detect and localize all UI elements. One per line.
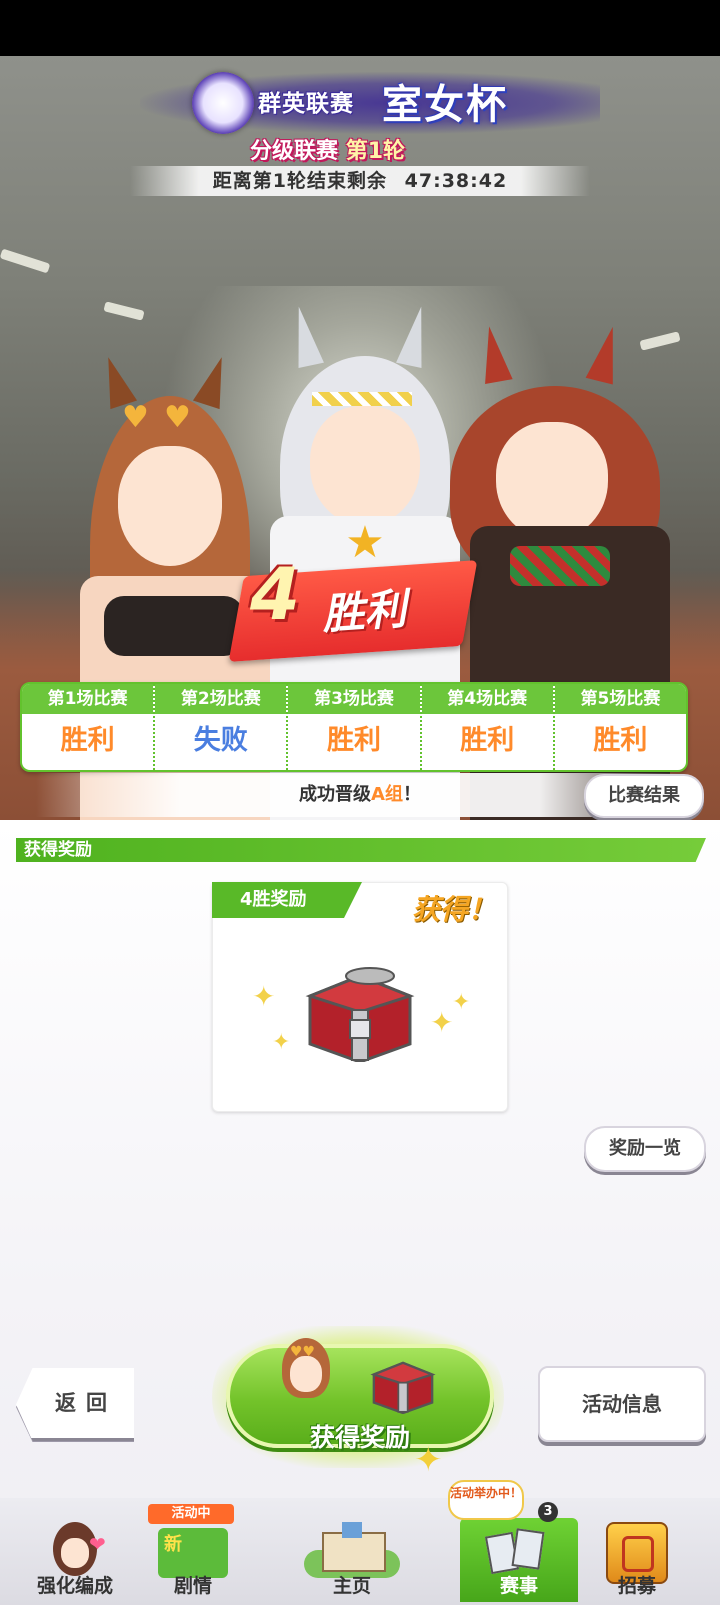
promotion-suffix: ！ — [402, 784, 421, 805]
event-title-cup: 室女杯 — [382, 82, 508, 128]
reward-tag: 4胜奖励 — [212, 882, 362, 918]
star-brooch-icon: ★ — [345, 517, 385, 568]
event-title-league: 群英联赛 — [258, 91, 354, 117]
wins-label: 胜利 — [320, 584, 408, 639]
match-label: 第5场比赛 — [554, 684, 686, 714]
promotion-message: 成功晋级A组！ — [240, 773, 480, 817]
status-bar — [0, 0, 720, 56]
section-title: 获得奖励 — [24, 840, 92, 860]
match-label: 第4场比赛 — [421, 684, 553, 714]
wins-count: 4 — [250, 552, 301, 636]
treasure-chest-icon — [305, 967, 415, 1062]
match-label: 第2场比赛 — [155, 684, 287, 714]
nav-label: 赛事 — [499, 1575, 538, 1597]
back-button-label: 返回 — [55, 1391, 117, 1415]
obtained-label: 获得！ — [412, 893, 497, 926]
treasure-chest-icon — [370, 1361, 436, 1414]
event-running-badge: 活动举办中！ — [448, 1480, 524, 1520]
sparkle-icon: ✦ — [252, 980, 276, 1013]
sparkle-icon: ✦ — [452, 990, 471, 1015]
league-emblem-icon — [192, 72, 254, 134]
new-label: 新 — [164, 1534, 182, 1555]
sparkle-icon: ✦ — [414, 1440, 443, 1480]
match-outcome: 失败 — [193, 725, 248, 756]
match-results-table: 第1场比赛 胜利 第2场比赛 失败 第3场比赛 胜利 第4场比赛 胜利 第5场比… — [20, 682, 688, 772]
match-outcome: 胜利 — [593, 725, 648, 756]
event-badge: 活动中 — [148, 1504, 234, 1524]
event-info-button[interactable]: 活动信息 — [538, 1366, 706, 1442]
match-outcome: 胜利 — [327, 725, 381, 756]
match-result-4: 第4场比赛 胜利 — [421, 684, 555, 770]
countdown-time: 47:38:42 — [404, 170, 508, 192]
match-outcome: 胜利 — [460, 725, 515, 756]
claim-reward-label: 获得奖励 — [309, 1423, 410, 1452]
race-count-badge: 3 — [538, 1502, 558, 1522]
match-result-1: 第1场比赛 胜利 — [22, 684, 156, 770]
countdown-bar: 距离第1轮结束剩余 47:38:42 — [130, 166, 590, 196]
match-label: 第3场比赛 — [288, 684, 420, 714]
character-avatar-icon: ♥♥ — [276, 1338, 336, 1404]
home-building-icon — [304, 1522, 400, 1578]
nav-item-story[interactable]: 活动中 新 剧情 — [134, 1504, 252, 1602]
heart-sunglasses-icon: ♥ ♥ — [122, 400, 191, 435]
ceiling-light — [103, 301, 145, 321]
section-header-bar — [16, 838, 706, 862]
nav-item-race[interactable]: 活动举办中！ 3 赛事 — [448, 1480, 578, 1602]
match-outcome: 胜利 — [60, 725, 115, 756]
nav-label: 招募 — [617, 1575, 656, 1597]
subtitle-prefix: 分级联赛 — [250, 139, 339, 164]
match-result-5: 第5场比赛 胜利 — [554, 684, 686, 770]
race-icon — [484, 1526, 554, 1575]
promotion-prefix: 成功晋级 — [299, 784, 372, 805]
match-result-2: 第2场比赛 失败 — [155, 684, 289, 770]
tiara-icon — [312, 392, 412, 406]
ceiling-light — [0, 248, 51, 274]
match-result-3: 第3场比赛 胜利 — [288, 684, 422, 770]
nav-item-home[interactable]: 主页 — [282, 1518, 422, 1602]
nav-label: 强化编成 — [36, 1575, 113, 1597]
match-results-button[interactable]: 比赛结果 — [584, 774, 704, 818]
sparkle-icon: ✦ — [430, 1006, 454, 1039]
nav-item-gacha[interactable]: 招募 — [578, 1518, 696, 1602]
subtitle-round: 第1轮 — [345, 139, 405, 164]
nav-item-enhance[interactable]: ❤ 强化编成 — [16, 1518, 134, 1602]
reward-list-button[interactable]: 奖励一览 — [584, 1126, 706, 1172]
match-label: 第1场比赛 — [22, 684, 154, 714]
sparkle-icon: ✦ — [272, 1030, 291, 1055]
promotion-group: A组 — [371, 784, 403, 805]
countdown-label: 距离第1轮结束剩余 — [212, 170, 388, 192]
event-subtitle: 分级联赛 第1轮 — [250, 133, 405, 165]
nav-label: 主页 — [332, 1575, 371, 1597]
nav-label: 剧情 — [173, 1575, 212, 1597]
